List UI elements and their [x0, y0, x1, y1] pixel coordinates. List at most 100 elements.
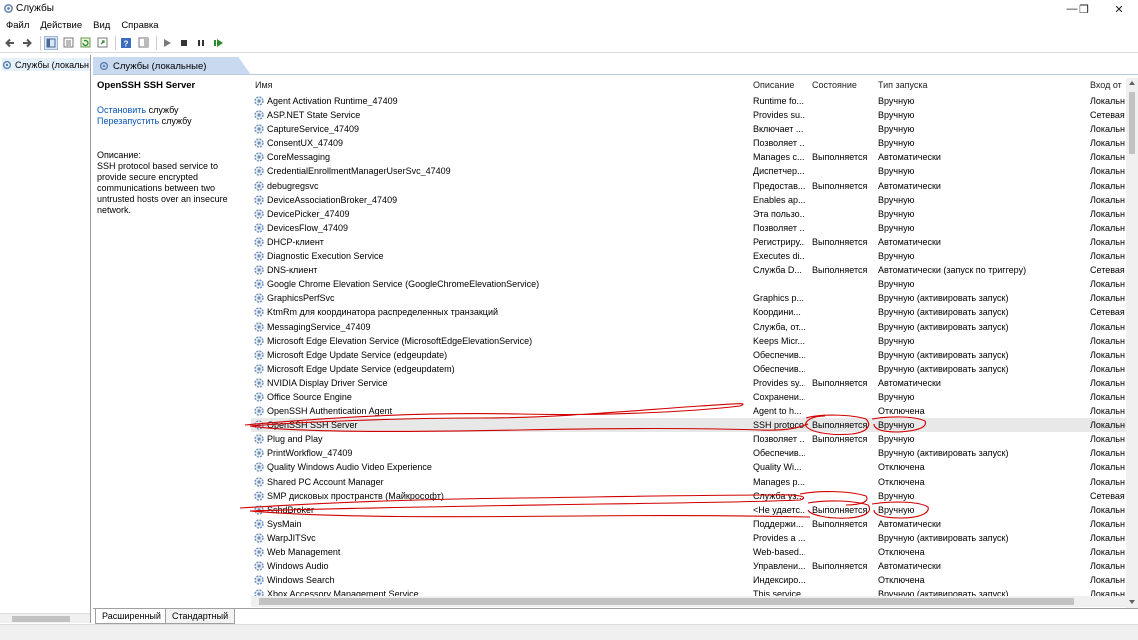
table-row[interactable]: debugregsvc Предостав... Выполняется Автома…	[251, 179, 1126, 193]
service-gear-icon	[254, 335, 264, 346]
table-row[interactable]: DevicesFlow_47409 Позволяет ... Вручную Лок…	[251, 221, 1126, 235]
properties-list-icon[interactable]	[61, 36, 75, 50]
table-row[interactable]: CaptureService_47409 Включает ... Вручную Л…	[251, 122, 1126, 136]
table-row[interactable]: Plug and Play Позволяет ... Выполняется Вру…	[251, 432, 1126, 446]
table-row[interactable]: Web Management Web-based... Отключена Локал…	[251, 545, 1126, 559]
stop-service-icon[interactable]	[177, 36, 191, 50]
pause-service-icon[interactable]	[194, 36, 208, 50]
table-row[interactable]: Quality Windows Audio Video Experience Qu…	[251, 460, 1126, 474]
service-name: CoreMessaging	[267, 152, 331, 163]
service-logon: Локальн	[1090, 518, 1125, 529]
table-vertical-scrollbar[interactable]	[1126, 78, 1138, 608]
service-name: Agent Activation Runtime_47409	[267, 96, 398, 106]
table-row[interactable]: Google Chrome Elevation Service (GoogleC…	[251, 277, 1126, 291]
tree-horizontal-scrollbar[interactable]	[0, 613, 90, 623]
service-gear-icon	[254, 349, 264, 360]
close-button[interactable]: ✕	[1097, 0, 1138, 18]
column-header-logon[interactable]: Вход от	[1090, 80, 1122, 90]
service-gear-icon	[254, 265, 264, 275]
table-horizontal-scrollbar[interactable]	[251, 596, 1126, 607]
service-startup-type: Вручную	[878, 96, 915, 106]
table-row[interactable]: OpenSSH SSH Server SSH protoco... Выполняе…	[251, 418, 1126, 433]
service-description-cell: Сохранени...	[753, 391, 805, 402]
table-row[interactable]: Windows Search Индексиро... Отключена Локал…	[251, 573, 1126, 587]
service-name: Google Chrome Elevation Service (GoogleC…	[267, 279, 540, 290]
table-row[interactable]: ASP.NET State Service Provides su... Вручн…	[251, 108, 1126, 122]
table-row[interactable]: Shared PC Account Manager Manages p... Отк…	[251, 475, 1126, 489]
column-header-name[interactable]: Имя	[255, 80, 273, 90]
scrollbar-thumb[interactable]	[259, 598, 1074, 605]
table-row[interactable]: KtmRm для координатора распределенных тр…	[251, 305, 1126, 319]
table-row[interactable]: SysMain Поддержи... Выполняется Автоматичес…	[251, 517, 1126, 531]
table-row[interactable]: DevicePicker_47409 Эта пользо... Вручную Ло…	[251, 207, 1126, 221]
stop-service-link[interactable]: Остановить	[97, 105, 146, 115]
table-row[interactable]: CoreMessaging Manages c... Выполняется Авто…	[251, 150, 1126, 164]
table-row[interactable]: DeviceAssociationBroker_47409 Enables ap.…	[251, 193, 1126, 207]
table-row[interactable]: OpenSSH Authentication Agent Agent to h..…	[251, 404, 1126, 418]
tab-standard[interactable]: Стандартный	[165, 609, 236, 624]
service-name: OpenSSH Authentication Agent	[267, 406, 393, 417]
table-row[interactable]: Microsoft Edge Elevation Service (Micros…	[251, 334, 1126, 348]
service-gear-icon	[254, 194, 264, 205]
tab-extended[interactable]: Расширенный	[95, 609, 168, 624]
service-startup-type: Вручную	[878, 391, 915, 402]
table-row[interactable]: SMP дисковых пространств (Майкрософт) Слу…	[251, 489, 1126, 503]
table-row[interactable]: Windows Audio Управлени... Выполняется Авто…	[251, 559, 1126, 573]
menu-file[interactable]: Файл	[6, 18, 29, 33]
table-row[interactable]: SshdBroker <Не удаетс... Выполняется Вручну…	[251, 503, 1126, 517]
service-logon: Локальн	[1090, 96, 1125, 106]
restart-service-icon[interactable]	[211, 36, 225, 50]
service-name: Microsoft Edge Update Service (edgeupdat…	[267, 349, 448, 360]
stop-link-suffix: службу	[146, 105, 179, 115]
restart-service-link[interactable]: Перезапустить	[97, 116, 159, 126]
table-row[interactable]: Diagnostic Execution Service Executes di.…	[251, 249, 1126, 263]
column-header-description[interactable]: Описание	[753, 80, 794, 90]
column-header-startup-type[interactable]: Тип запуска	[878, 80, 928, 90]
table-row[interactable]: ConsentUX_47409 Позволяет ... Вручную Локал…	[251, 136, 1126, 150]
service-logon: Сетевая	[1090, 265, 1125, 276]
table-row[interactable]: Microsoft Edge Update Service (edgeupdat…	[251, 362, 1126, 376]
export-list-icon[interactable]	[95, 36, 109, 50]
tree-item-services-local[interactable]: Службы (локальн	[2, 58, 90, 71]
scroll-up-arrow-icon[interactable]	[1129, 81, 1135, 85]
table-row[interactable]: PrintWorkflow_47409 Обеспечив... Вручную (…	[251, 446, 1126, 460]
service-gear-icon	[254, 589, 264, 596]
scrollbar-thumb[interactable]	[12, 616, 70, 622]
service-name: DevicePicker_47409	[267, 208, 350, 219]
table-body: Agent Activation Runtime_47409 Runtime fo…	[251, 94, 1126, 596]
service-startup-type: Вручную	[878, 504, 915, 515]
table-row[interactable]: Microsoft Edge Update Service (edgeupdat…	[251, 348, 1126, 362]
table-row[interactable]: NVIDIA Display Driver Service Provides sy…	[251, 376, 1126, 390]
table-row[interactable]: Agent Activation Runtime_47409 Runtime fo…	[251, 94, 1126, 108]
forward-arrow-icon[interactable]	[20, 36, 34, 50]
service-name: Web Management	[267, 547, 341, 557]
service-state: Выполняется	[812, 518, 868, 529]
table-row[interactable]: DNS-клиент Служба D... Выполняется Автомати…	[251, 263, 1126, 277]
scrollbar-thumb[interactable]	[1129, 92, 1135, 154]
service-description-cell: Agent to h...	[753, 406, 802, 417]
service-startup-type: Отключена	[878, 406, 925, 417]
service-description-cell: Диспетчер...	[753, 166, 805, 177]
table-row[interactable]: CredentialEnrollmentManagerUserSvc_47409…	[251, 164, 1126, 178]
help-icon[interactable]: ?	[119, 36, 133, 50]
service-name: SshdBroker	[267, 504, 315, 515]
service-startup-type: Вручную (активировать запуск)	[878, 321, 1009, 332]
table-row[interactable]: MessagingService_47409 Служба, от... Вручн…	[251, 320, 1126, 334]
table-row[interactable]: GraphicsPerfSvc Graphics p... Вручную (акт…	[251, 291, 1126, 305]
table-row[interactable]: Xbox Accessory Management Service This se…	[251, 587, 1126, 596]
console-tree-icon[interactable]	[44, 35, 58, 50]
menu-action[interactable]: Действие	[40, 18, 82, 33]
column-header-state[interactable]: Состояние	[812, 80, 857, 90]
table-row[interactable]: Office Source Engine Сохранени... Вручную Л…	[251, 390, 1126, 404]
table-row[interactable]: DHCP-клиент Регистриру... Выполняется Автом…	[251, 235, 1126, 249]
service-logon: Локальн	[1090, 138, 1125, 149]
table-row[interactable]: WarpJITSvc Provides a ... Вручную (активир…	[251, 531, 1126, 545]
show-hide-pane-icon[interactable]	[136, 36, 150, 50]
menu-view[interactable]: Вид	[93, 18, 110, 33]
menu-help[interactable]: Справка	[121, 18, 158, 33]
refresh-icon[interactable]	[78, 36, 92, 50]
start-service-icon[interactable]	[160, 36, 174, 50]
service-name: Shared PC Account Manager	[267, 476, 384, 487]
scroll-down-arrow-icon[interactable]	[1129, 600, 1135, 604]
back-arrow-icon[interactable]	[3, 36, 17, 50]
